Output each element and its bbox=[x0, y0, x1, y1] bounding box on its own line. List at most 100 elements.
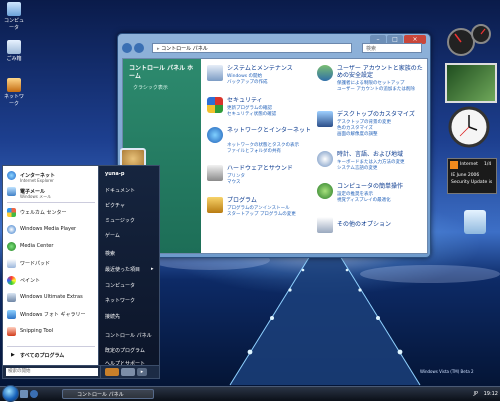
rss-icon bbox=[450, 161, 458, 169]
forward-button[interactable] bbox=[134, 43, 144, 53]
category-heading[interactable]: ユーザー アカウントと家族のための安全設定 bbox=[337, 65, 427, 79]
classic-view-link[interactable]: クラシック表示 bbox=[133, 84, 168, 91]
computer-link[interactable]: コンピュータ bbox=[105, 282, 135, 289]
feed-title: Internet bbox=[460, 162, 478, 167]
recent-paint[interactable]: ペイント bbox=[7, 275, 97, 287]
address-bar[interactable]: ▸ コントロール パネル bbox=[152, 43, 352, 53]
category-heading[interactable]: システムとメンテナンス bbox=[227, 65, 317, 72]
pictures-link[interactable]: ピクチャ bbox=[105, 202, 125, 209]
language-indicator[interactable]: JP bbox=[473, 391, 478, 397]
games-link[interactable]: ゲーム bbox=[105, 232, 120, 239]
users-icon bbox=[317, 65, 333, 81]
desktop-icon-computer[interactable]: コンピュータ bbox=[2, 2, 26, 31]
breadcrumb: コントロール パネル bbox=[161, 46, 208, 52]
program-title: ペイント bbox=[20, 278, 41, 284]
wordpad-icon bbox=[7, 259, 16, 268]
connect-to-link[interactable]: 接続先 bbox=[105, 313, 120, 320]
category-heading[interactable]: その他のオプション bbox=[337, 221, 427, 228]
category-user-accounts[interactable]: ユーザー アカウントと家族のための安全設定 保護者による制限のセットアップ ユー… bbox=[317, 65, 425, 95]
user-folder-link[interactable]: yuna-p bbox=[105, 171, 124, 177]
search-link[interactable]: 検索 bbox=[105, 250, 115, 257]
recent-snipping-tool[interactable]: Snipping Tool bbox=[7, 326, 97, 338]
category-programs[interactable]: プログラム プログラムのアンインストール スタートアップ プログラムの変更 bbox=[207, 197, 315, 221]
desktop-icon-network[interactable]: ネットワーク bbox=[2, 78, 26, 107]
recent-wordpad[interactable]: ワードパッド bbox=[7, 258, 97, 270]
start-button[interactable] bbox=[2, 385, 19, 402]
computer-icon bbox=[7, 2, 21, 16]
category-security[interactable]: セキュリティ 更新プログラムの確認 セキュリティ状態の確認 bbox=[207, 97, 315, 119]
desktop-icon-recycle[interactable]: ごみ箱 bbox=[2, 40, 26, 62]
program-title: Windows フォト ギャラリー bbox=[20, 312, 86, 318]
clock-globe-icon bbox=[317, 151, 333, 167]
category-ease-of-access[interactable]: コンピュータの簡単操作 設定の推奨を表示 視覚ディスプレイの最適化 bbox=[317, 183, 425, 211]
ie-quicklaunch-icon[interactable] bbox=[30, 390, 38, 398]
category-network[interactable]: ネットワークとインターネット ネットワークの状態とタスクの表示 ファイルとフォル… bbox=[207, 127, 315, 157]
network-globe-icon bbox=[207, 127, 223, 143]
power-controls: ▸ bbox=[100, 365, 160, 379]
category-link[interactable]: 視覚ディスプレイの最適化 bbox=[337, 198, 391, 204]
network-link[interactable]: ネットワーク bbox=[105, 297, 135, 304]
category-additional-options[interactable]: その他のオプション bbox=[317, 217, 427, 233]
category-link[interactable]: マウス bbox=[227, 180, 241, 186]
category-heading[interactable]: ハードウェアとサウンド bbox=[227, 165, 317, 172]
documents-link[interactable]: ドキュメント bbox=[105, 187, 135, 194]
separator bbox=[7, 202, 95, 203]
category-hardware[interactable]: ハードウェアとサウンド プリンタ マウス bbox=[207, 165, 315, 189]
clock[interactable]: 19:12 bbox=[484, 391, 498, 397]
music-link[interactable]: ミュージック bbox=[105, 217, 135, 224]
recent-welcome-center[interactable]: ウェルカム センター bbox=[7, 207, 97, 219]
control-panel-window[interactable]: – □ × ▸ コントロール パネル 検索 コントロール パネル ホーム クラシ… bbox=[117, 33, 431, 258]
category-heading[interactable]: ネットワークとインターネット bbox=[227, 127, 317, 134]
clock-gadget[interactable] bbox=[448, 106, 490, 148]
category-heading[interactable]: プログラム bbox=[227, 197, 317, 204]
recent-photo-gallery[interactable]: Windows フォト ギャラリー bbox=[7, 309, 97, 321]
back-button[interactable] bbox=[122, 43, 132, 53]
recycle-bin-gadget-icon[interactable] bbox=[464, 210, 486, 234]
taskbar-button-control-panel[interactable]: コントロール パネル bbox=[62, 389, 154, 399]
recent-items-link[interactable]: 最近使った項目 bbox=[105, 266, 140, 273]
shutdown-options-arrow-icon[interactable]: ▸ bbox=[137, 368, 147, 376]
show-desktop-icon[interactable] bbox=[20, 390, 28, 398]
category-link[interactable]: バックアップの作成 bbox=[227, 80, 268, 86]
start-menu-programs: インターネット Internet Explorer 電子メール Windows … bbox=[2, 165, 100, 367]
additional-options-icon bbox=[317, 217, 333, 233]
category-appearance[interactable]: デスクトップのカスタマイズ デスクトップの背景の変更 色のカスタマイズ 画面の解… bbox=[317, 111, 425, 141]
category-link[interactable]: スタートアップ プログラムの変更 bbox=[227, 212, 296, 218]
feed-headlines-gadget[interactable]: Internet 1/4 IE June 2006 Security Updat… bbox=[447, 158, 497, 194]
control-panel-home-link[interactable]: コントロール パネル ホーム bbox=[129, 65, 199, 81]
category-heading[interactable]: デスクトップのカスタマイズ bbox=[337, 111, 427, 118]
lock-button[interactable] bbox=[121, 368, 135, 376]
start-search-input[interactable]: 検索の開始 bbox=[6, 368, 98, 376]
desktop-icon-label: ネットワーク bbox=[3, 94, 24, 107]
recent-media-center[interactable]: Media Center bbox=[7, 241, 97, 253]
mail-icon bbox=[7, 187, 16, 196]
default-programs-link[interactable]: 既定のプログラム bbox=[105, 347, 145, 354]
cpu-meter-gadget[interactable] bbox=[445, 20, 495, 60]
recent-ultimate-extras[interactable]: Windows Ultimate Extras bbox=[7, 292, 97, 304]
all-programs-button[interactable]: ▶ すべてのプログラム bbox=[7, 350, 97, 362]
search-input[interactable]: 検索 bbox=[362, 43, 422, 53]
security-shield-icon bbox=[207, 97, 223, 113]
category-link[interactable]: セキュリティ状態の確認 bbox=[227, 112, 276, 118]
category-system[interactable]: システムとメンテナンス Windows の開始 バックアップの作成 bbox=[207, 65, 315, 89]
media-player-icon bbox=[7, 225, 16, 234]
feed-item-line2[interactable]: Security Update is bbox=[451, 180, 492, 185]
recent-media-player[interactable]: Windows Media Player bbox=[7, 224, 97, 236]
power-button[interactable] bbox=[105, 368, 119, 376]
slideshow-gadget[interactable] bbox=[445, 63, 497, 103]
category-heading[interactable]: セキュリティ bbox=[227, 97, 317, 104]
pinned-internet[interactable]: インターネット Internet Explorer bbox=[7, 170, 97, 183]
feed-item-line1[interactable]: IE June 2006 bbox=[451, 173, 479, 178]
category-heading[interactable]: 時計、言語、および地域 bbox=[337, 151, 427, 158]
start-menu: インターネット Internet Explorer 電子メール Windows … bbox=[0, 148, 160, 385]
category-heading[interactable]: コンピュータの簡単操作 bbox=[337, 183, 427, 190]
separator bbox=[7, 346, 95, 347]
category-clock-language[interactable]: 時計、言語、および地域 キーボードまたは入力方法の変更 システム言語の変更 bbox=[317, 151, 425, 179]
pinned-email[interactable]: 電子メール Windows メール bbox=[7, 186, 97, 199]
category-link[interactable]: ファイルとフォルダの共有 bbox=[227, 149, 281, 155]
network-icon bbox=[7, 78, 21, 92]
category-link[interactable]: 画面の解像度の調整 bbox=[337, 132, 378, 138]
control-panel-link[interactable]: コントロール パネル bbox=[105, 332, 152, 339]
category-link[interactable]: システム言語の変更 bbox=[337, 166, 377, 172]
category-link[interactable]: ユーザー アカウントの追加または削除 bbox=[337, 87, 415, 93]
